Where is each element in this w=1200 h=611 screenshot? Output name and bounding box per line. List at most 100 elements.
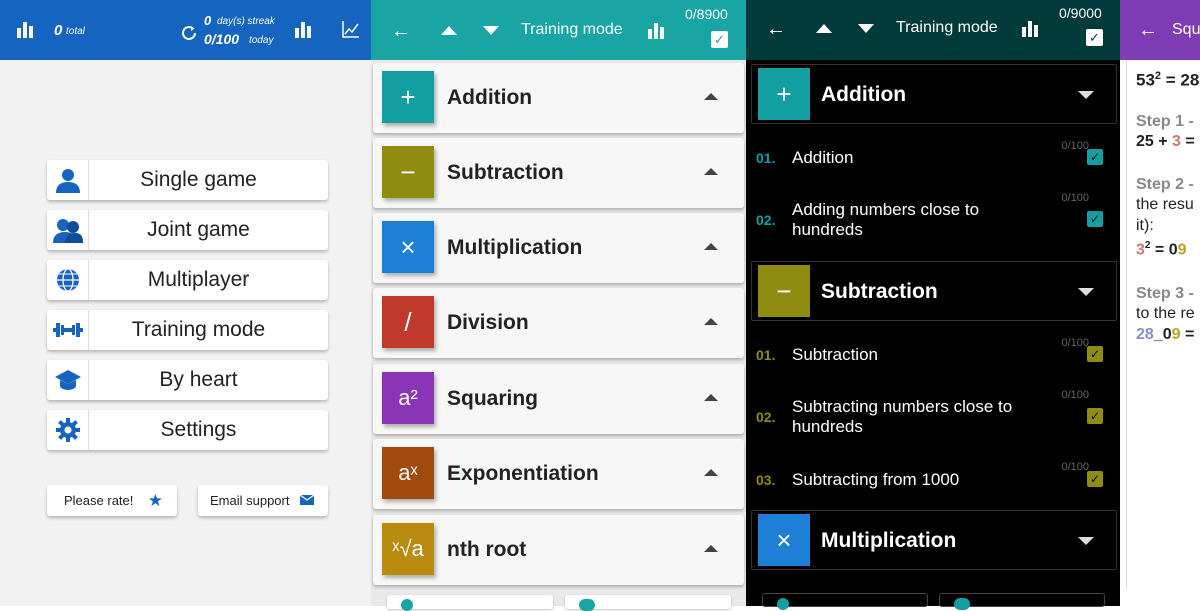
item-checkbox[interactable]: ✓ [1087,471,1103,487]
progress-counter: 0/9000 [1059,5,1102,21]
square-icon: a² [382,372,434,424]
item-number: 02. [756,212,776,228]
back-arrow-icon[interactable]: ← [1138,19,1158,42]
rate-button[interactable]: Please rate! ★ [47,485,177,516]
envelope-icon [299,493,315,508]
expand-up-icon[interactable] [704,545,718,552]
graduation-cap-icon [47,360,89,400]
item-checkbox[interactable]: ✓ [1087,408,1103,424]
category-name: Squaring [447,387,539,410]
category-nth-root[interactable]: ˣ√a nth root [373,515,744,585]
item-title: Adding numbers close to hundreds [792,200,980,239]
bottom-button-partial[interactable] [762,593,928,610]
bottom-button-partial[interactable] [939,593,1105,610]
expand-up-icon[interactable] [704,243,718,250]
step-1-line: 25 + 3 = [1136,133,1195,150]
bar-chart-icon[interactable] [294,20,312,43]
sort-down-icon[interactable] [858,24,874,33]
item-checkbox[interactable]: ✓ [1087,346,1103,362]
refresh-icon[interactable] [180,24,198,47]
expand-up-icon[interactable] [704,93,718,100]
sort-down-icon[interactable] [483,26,499,35]
category-subtraction[interactable]: − Subtraction [373,138,744,208]
bar-chart-icon[interactable] [647,21,665,44]
sort-up-icon[interactable] [816,24,832,33]
category-addition[interactable]: + Addition [373,63,744,133]
list-item[interactable]: 02. Subtracting numbers close to hundred… [751,386,1117,441]
collapse-down-icon[interactable] [1078,288,1094,296]
item-checkbox[interactable]: ✓ [1087,149,1103,165]
check-icon: ✓ [714,31,725,47]
back-arrow-icon[interactable]: ← [766,18,786,41]
back-arrow-icon[interactable]: ← [391,20,411,43]
list-item[interactable]: 01. Addition 0/100 ✓ [751,138,1117,178]
people-icon [579,599,595,611]
expand-up-icon[interactable] [704,318,718,325]
step-3-line-2: 28_09 = [1136,326,1195,343]
progress-counter: 0/8900 [685,6,728,22]
multiplayer-button[interactable]: Multiplayer [47,260,328,300]
squaring-header: ← Squ [1120,0,1200,60]
expand-up-icon[interactable] [704,394,718,401]
training-mode-label: Training mode [131,318,266,341]
item-checkbox[interactable]: ✓ [1087,211,1103,227]
step-3-line-1: to the re [1136,305,1195,322]
email-label: Email support [210,493,290,508]
category-squaring[interactable]: a² Squaring [373,364,744,434]
item-score: 0/100 [1061,140,1089,152]
globe-icon [47,260,89,300]
step-2-line-3: 32 = 09 [1136,240,1187,259]
check-icon: ✓ [1089,212,1101,226]
item-number: 01. [756,150,776,166]
bar-chart-icon[interactable] [1021,19,1039,42]
people-icon [954,598,970,610]
training-title: Training mode [896,19,998,36]
joint-game-button[interactable]: Joint game [47,210,328,250]
expand-up-icon[interactable] [704,168,718,175]
collapse-down-icon[interactable] [1078,91,1094,99]
email-support-button[interactable]: Email support [198,485,328,516]
item-title: Addition [792,148,854,167]
item-number: 01. [756,347,776,363]
training-header-dark: ← Training mode 0/9000 ✓ [746,0,1120,60]
bottom-button-partial[interactable] [565,595,731,611]
line-chart-icon[interactable] [342,20,360,43]
item-number: 03. [756,472,776,488]
plus-icon: + [758,68,810,120]
collapse-down-icon[interactable] [1078,537,1094,545]
streak-value: 0 [204,13,212,28]
category-name: Division [447,311,529,334]
category-addition[interactable]: + Addition [751,64,1117,124]
list-item[interactable]: 01. Subtraction 0/100 ✓ [751,334,1117,374]
category-subtraction[interactable]: − Subtraction [751,261,1117,321]
single-game-button[interactable]: Single game [47,160,328,200]
category-multiplication[interactable]: × Multiplication [751,510,1117,570]
category-division[interactable]: / Division [373,288,744,358]
category-multiplication[interactable]: × Multiplication [373,213,744,283]
category-name: Multiplication [447,236,583,259]
category-name: Multiplication [821,529,957,552]
by-heart-button[interactable]: By heart [47,360,328,400]
exponent-icon: aˣ [382,447,434,499]
today-value: 0/100 [204,31,240,47]
select-all-checkbox[interactable]: ✓ [1086,29,1103,46]
total-value: 0 [54,22,63,39]
stats-icon[interactable] [16,20,34,43]
expand-up-icon[interactable] [704,469,718,476]
today-label: today [249,35,274,46]
total-label: total [66,26,85,37]
rate-label: Please rate! [64,493,134,508]
minus-icon: − [758,265,810,317]
bottom-button-partial[interactable] [387,595,553,611]
formula: 532 = 28 [1136,70,1200,90]
squaring-explanation-panel: ← Squ 532 = 28 Step 1 - 25 + 3 = Step 2 … [1120,0,1200,606]
check-icon: ✓ [1089,347,1101,361]
list-item[interactable]: 03. Subtracting from 1000 0/100 ✓ [751,459,1117,499]
training-mode-button[interactable]: Training mode [47,310,328,350]
select-all-checkbox[interactable]: ✓ [711,31,728,48]
category-exponentiation[interactable]: aˣ Exponentiation [373,439,744,509]
settings-button[interactable]: Settings [47,410,328,450]
divider [1126,60,1127,590]
list-item[interactable]: 02. Adding numbers close to hundreds 0/1… [751,190,1117,245]
sort-up-icon[interactable] [441,26,457,35]
